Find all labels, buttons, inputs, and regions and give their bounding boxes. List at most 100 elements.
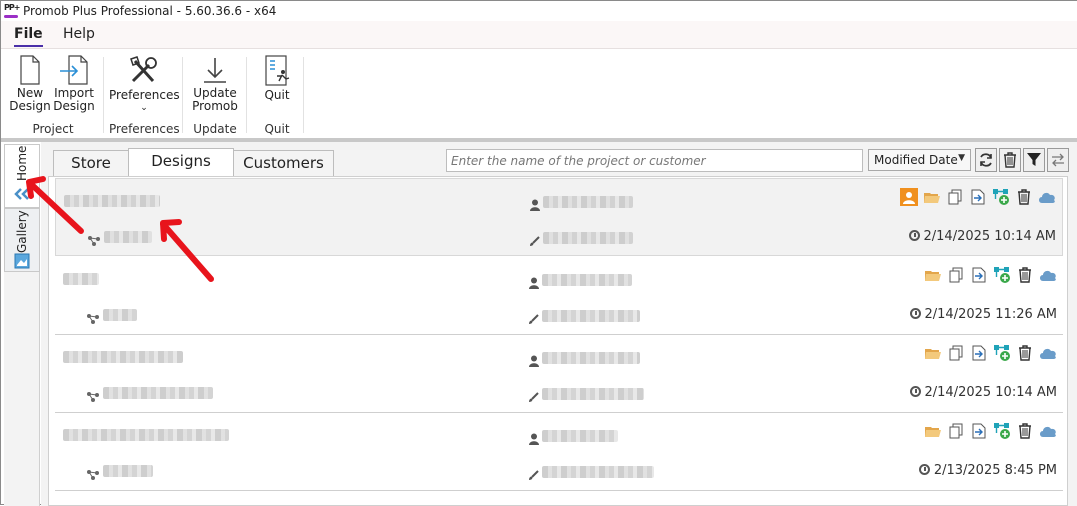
share-button[interactable]: [993, 344, 1011, 362]
customer-name: [542, 274, 632, 286]
window-title: Promob Plus Professional - 5.60.36.6 - x…: [23, 4, 277, 18]
import-icon: [60, 55, 88, 85]
delete-all-button[interactable]: [999, 148, 1021, 172]
home-panel: Store Customers Designs Enter the name o…: [41, 142, 1077, 506]
export-icon: [971, 189, 985, 205]
tab-store[interactable]: Store: [53, 150, 129, 176]
export-button[interactable]: [970, 344, 988, 362]
open-folder-button[interactable]: [924, 266, 942, 284]
brush-icon: [528, 310, 539, 329]
delete-button[interactable]: [1016, 344, 1034, 362]
node-icon: [87, 387, 99, 406]
folder-icon: [925, 426, 941, 437]
row-actions: [924, 343, 1057, 363]
sort-select[interactable]: Modified Date ▼: [868, 149, 971, 171]
side-tab-home[interactable]: Home: [4, 144, 40, 208]
customer-badge-icon: [900, 188, 918, 206]
cloud-icon: [1040, 270, 1056, 281]
brush-icon: [528, 466, 539, 485]
preferences-button[interactable]: Preferences ⌄: [109, 55, 180, 115]
refresh-button[interactable]: [975, 148, 997, 172]
refresh-icon: [980, 153, 992, 167]
design-variant: [103, 387, 213, 399]
open-folder-button[interactable]: [923, 188, 941, 206]
share-button[interactable]: [993, 266, 1011, 284]
export-button[interactable]: [970, 422, 988, 440]
clock-icon: [909, 308, 921, 319]
user-icon: [529, 274, 539, 293]
duplicate-button[interactable]: [947, 344, 965, 362]
search-input[interactable]: Enter the name of the project or custome…: [446, 149, 863, 172]
new-document-icon: [20, 55, 40, 85]
trash-icon: [1018, 189, 1030, 205]
assign-customer-button[interactable]: [900, 188, 918, 206]
brush-icon: [528, 388, 539, 407]
app-logo: PP+: [4, 3, 20, 18]
import-design-button[interactable]: Import Design: [52, 55, 96, 113]
tab-customers[interactable]: Customers: [233, 150, 334, 176]
update-promob-button[interactable]: Update Promob: [189, 55, 241, 113]
copy-icon: [949, 267, 963, 283]
copy-icon: [949, 423, 963, 439]
delete-button[interactable]: [1015, 188, 1033, 206]
duplicate-button[interactable]: [947, 266, 965, 284]
filter-button[interactable]: [1023, 148, 1045, 172]
copy-icon: [949, 345, 963, 361]
user-icon: [530, 196, 540, 215]
swap-arrows-icon: [1052, 153, 1064, 167]
new-design-button[interactable]: New Design: [9, 55, 51, 113]
design-row[interactable]: 2/14/2025 11:26 AM: [55, 257, 1063, 335]
export-icon: [972, 345, 986, 361]
chevron-down-icon: ⌄: [140, 103, 148, 113]
design-row[interactable]: 2/13/2025 8:45 PM: [55, 413, 1063, 491]
download-icon: [204, 58, 226, 83]
design-variant: [103, 465, 153, 477]
modified-date: 2/13/2025 8:45 PM: [918, 463, 1057, 478]
cloud-icon: [1040, 348, 1056, 359]
delete-button[interactable]: [1016, 422, 1034, 440]
customer-name: [542, 430, 618, 442]
export-button[interactable]: [969, 188, 987, 206]
delete-button[interactable]: [1016, 266, 1034, 284]
share-button[interactable]: [993, 422, 1011, 440]
user-icon: [529, 430, 539, 449]
design-name: [63, 273, 99, 285]
menu-file[interactable]: File: [14, 26, 43, 47]
open-folder-button[interactable]: [924, 344, 942, 362]
quit-button[interactable]: Quit: [257, 55, 297, 102]
chevron-down-icon: ▼: [958, 153, 965, 163]
designs-list: 2/14/2025 10:14 AM 2/14/2025 11:26 AM 2/14…: [48, 176, 1068, 506]
share-button[interactable]: [992, 188, 1010, 206]
side-tab-bar: Home Gallery: [4, 144, 40, 506]
tab-designs[interactable]: Designs: [128, 148, 234, 176]
cloud-button[interactable]: [1039, 344, 1057, 362]
gallery-icon: [14, 253, 30, 269]
open-folder-button[interactable]: [924, 422, 942, 440]
design-variant: [104, 231, 152, 243]
trash-icon: [1004, 152, 1016, 168]
export-button[interactable]: [970, 266, 988, 284]
menu-help[interactable]: Help: [63, 26, 95, 42]
swap-button[interactable]: [1047, 148, 1069, 172]
user-icon: [529, 352, 539, 371]
network-add-icon: [993, 189, 1009, 205]
cloud-button[interactable]: [1038, 188, 1056, 206]
side-tab-gallery[interactable]: Gallery: [4, 208, 40, 272]
node-icon: [87, 309, 99, 328]
cloud-button[interactable]: [1039, 422, 1057, 440]
node-icon: [87, 465, 99, 484]
folder-icon: [924, 192, 940, 203]
folder-icon: [925, 270, 941, 281]
modified-date: 2/14/2025 10:14 AM: [908, 229, 1056, 244]
duplicate-button[interactable]: [946, 188, 964, 206]
customer-name: [542, 352, 640, 364]
app-window: PP+ Promob Plus Professional - 5.60.36.6…: [0, 0, 1077, 506]
design-row[interactable]: 2/14/2025 10:14 AM: [55, 178, 1063, 256]
title-bar: PP+ Promob Plus Professional - 5.60.36.6…: [1, 1, 1077, 21]
cloud-button[interactable]: [1039, 266, 1057, 284]
design-row[interactable]: 2/14/2025 10:14 AM: [55, 335, 1063, 413]
duplicate-button[interactable]: [947, 422, 965, 440]
network-add-icon: [994, 345, 1010, 361]
copy-icon: [948, 189, 962, 205]
trash-icon: [1019, 267, 1031, 283]
